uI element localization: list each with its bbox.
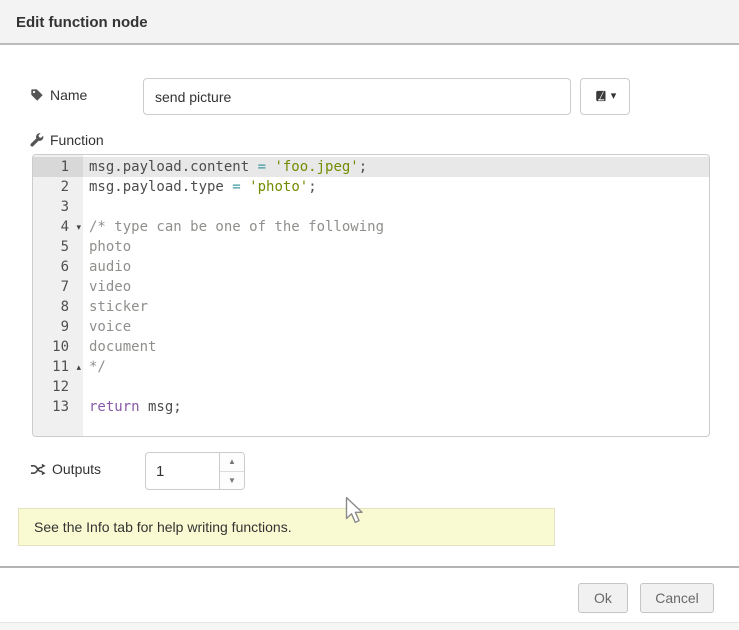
book-icon [594,90,607,103]
name-input[interactable] [143,78,571,115]
arrow-up-icon: ▲ [228,457,236,466]
line-number: 8 [33,297,83,317]
line-number: 7 [33,277,83,297]
code-text: audio [83,257,131,277]
code-line[interactable]: 3 [33,197,709,217]
code-text [83,377,89,397]
library-button[interactable]: ▾ [580,78,630,115]
shuffle-icon [30,463,46,476]
code-line[interactable]: 4▾/* type can be one of the following [33,217,709,237]
code-text: /* type can be one of the following [83,217,384,237]
arrow-down-icon: ▼ [228,476,236,485]
line-number: 5 [33,237,83,257]
tag-icon [30,88,44,102]
line-number: 6 [33,257,83,277]
fold-open-icon[interactable]: ▾ [76,217,81,237]
code-text: msg.payload.type = 'photo'; [83,177,317,197]
code-lines: 1msg.payload.content = 'foo.jpeg';2msg.p… [33,157,709,417]
name-label: Name [30,87,87,103]
code-line[interactable]: 6audio [33,257,709,277]
code-line[interactable]: 2msg.payload.type = 'photo'; [33,177,709,197]
code-line[interactable]: 9voice [33,317,709,337]
line-number: 1 [33,157,83,177]
code-text: return msg; [83,397,182,417]
line-number: 10 [33,337,83,357]
code-line[interactable]: 8sticker [33,297,709,317]
code-text: photo [83,237,131,257]
spinner-buttons: ▲ ▼ [219,453,244,489]
spinner-down-button[interactable]: ▼ [220,472,244,490]
dialog-title: Edit function node [16,0,148,45]
bottom-edge [0,622,739,630]
code-text: sticker [83,297,148,317]
line-number: 11▴ [33,357,83,377]
code-text: video [83,277,131,297]
outputs-label: Outputs [30,461,101,477]
fold-close-icon[interactable]: ▴ [76,357,81,377]
line-number: 2 [33,177,83,197]
line-number: 12 [33,377,83,397]
form-tip-text: See the Info tab for help writing functi… [34,519,292,535]
footer-separator [0,566,739,568]
code-text: */ [83,357,106,377]
code-text [83,197,89,217]
outputs-spinner: ▲ ▼ [145,452,245,490]
spinner-up-button[interactable]: ▲ [220,453,244,472]
code-text: voice [83,317,131,337]
line-number: 13 [33,397,83,417]
line-number: 9 [33,317,83,337]
function-label: Function [30,132,104,148]
code-line[interactable]: 13return msg; [33,397,709,417]
code-line[interactable]: 1msg.payload.content = 'foo.jpeg'; [33,157,709,177]
code-line[interactable]: 10document [33,337,709,357]
code-text: msg.payload.content = 'foo.jpeg'; [83,157,367,177]
form-tip: See the Info tab for help writing functi… [18,508,555,546]
chevron-down-icon: ▾ [611,91,617,102]
outputs-input[interactable] [146,453,219,489]
ok-button[interactable]: Ok [578,583,628,613]
code-line[interactable]: 12 [33,377,709,397]
code-line[interactable]: 5photo [33,237,709,257]
code-text: document [83,337,156,357]
code-line[interactable]: 11▴*/ [33,357,709,377]
cancel-button[interactable]: Cancel [640,583,714,613]
code-line[interactable]: 7video [33,277,709,297]
line-number: 4▾ [33,217,83,237]
wrench-icon [30,133,44,147]
line-number: 3 [33,197,83,217]
function-code-editor[interactable]: 1msg.payload.content = 'foo.jpeg';2msg.p… [32,154,710,437]
